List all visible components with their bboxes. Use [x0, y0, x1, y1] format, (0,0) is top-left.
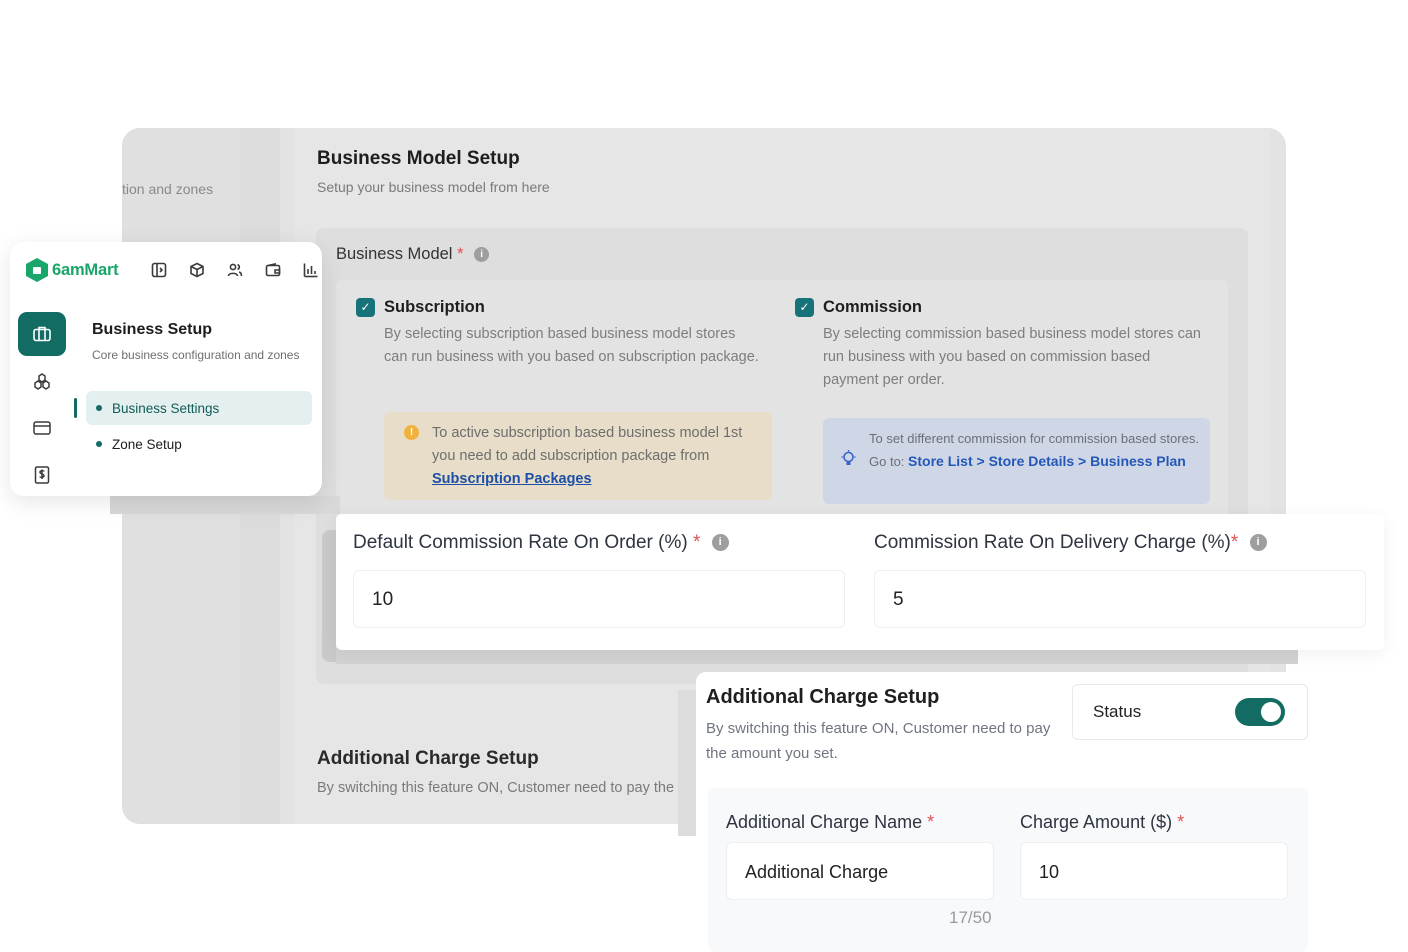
users-icon[interactable]	[216, 260, 254, 280]
subscription-warning: ! To active subscription based business …	[384, 412, 772, 500]
active-indicator	[74, 398, 77, 418]
sidebar-card: 6amMart Business Setup Core business con…	[10, 242, 322, 496]
required-mark: *	[457, 245, 464, 263]
character-counter: 17/50	[949, 908, 992, 927]
commission-checkbox[interactable]: ✓	[795, 298, 814, 317]
status-label: Status	[1093, 702, 1142, 721]
lightbulb-icon	[841, 450, 856, 471]
logo-text: 6amMart	[52, 260, 119, 279]
default-commission-label: Default Commission Rate On Order (%) * i	[353, 532, 729, 554]
logo[interactable]: 6amMart	[26, 258, 119, 282]
required-mark: *	[1177, 812, 1185, 832]
charge-amount-input[interactable]: 10	[1020, 842, 1288, 900]
info-icon[interactable]: i	[711, 534, 729, 552]
card-icon[interactable]	[30, 416, 54, 440]
subscription-description: By selecting subscription based business…	[384, 326, 759, 365]
subscription-option[interactable]: ✓ Subscription By selecting subscription…	[356, 298, 762, 369]
business-model-label: Business Model * i	[336, 245, 490, 264]
invoice-icon[interactable]	[30, 463, 54, 487]
sidebar-toggle-icon[interactable]	[140, 260, 178, 280]
shadow-strip	[336, 648, 1298, 664]
sidebar-item-label: Business Settings	[112, 400, 220, 416]
warning-text: To active subscription based business mo…	[432, 425, 743, 464]
warning-icon: !	[404, 425, 419, 440]
required-mark: *	[927, 812, 935, 832]
status-toggle[interactable]	[1235, 698, 1285, 726]
additional-charge-title: Additional Charge Setup	[706, 686, 940, 708]
chart-icon[interactable]	[292, 260, 330, 280]
sidebar-item-zone-setup[interactable]: Zone Setup	[86, 427, 312, 461]
bg-additional-charge-title: Additional Charge Setup	[317, 748, 539, 769]
required-mark: *	[693, 532, 701, 553]
default-commission-input[interactable]: 10	[353, 570, 845, 628]
charge-name-input[interactable]: Additional Charge	[726, 842, 994, 900]
modules-icon[interactable]	[30, 370, 54, 394]
commission-description: By selecting commission based business m…	[823, 326, 1201, 388]
box-icon[interactable]	[178, 260, 216, 280]
commission-title: Commission	[823, 298, 923, 316]
toggle-knob	[1261, 702, 1281, 722]
sidebar-item-label: Zone Setup	[112, 436, 182, 452]
sidebar-title: Business Setup	[92, 321, 213, 338]
bullet-dot	[96, 405, 102, 411]
charge-fields-panel: Additional Charge Name * Additional Char…	[708, 788, 1308, 952]
sidebar-item-business-settings[interactable]: Business Settings	[86, 391, 312, 425]
commission-option[interactable]: ✓ Commission By selecting commission bas…	[795, 298, 1201, 392]
briefcase-icon[interactable]	[18, 312, 66, 356]
bullet-dot	[96, 441, 102, 447]
top-icon-bar	[140, 260, 330, 280]
additional-charge-card: Additional Charge Setup By switching thi…	[696, 672, 1308, 952]
status-box: Status	[1072, 684, 1308, 740]
charge-name-label: Additional Charge Name *	[726, 812, 935, 832]
info-icon[interactable]: i	[1249, 534, 1267, 552]
shadow-strip	[322, 530, 336, 662]
charge-amount-label: Charge Amount ($) *	[1020, 812, 1185, 832]
logo-icon	[26, 258, 48, 282]
info-icon[interactable]: i	[474, 247, 490, 263]
commission-info: To set different commission for commissi…	[823, 418, 1210, 504]
required-mark: *	[1230, 532, 1239, 553]
business-model-title: Business Model Setup	[317, 148, 520, 169]
additional-charge-description: By switching this feature ON, Customer n…	[706, 720, 1051, 762]
sidebar-subtitle: Core business configuration and zones	[92, 348, 300, 362]
wallet-icon[interactable]	[254, 260, 292, 280]
shadow-strip	[110, 496, 340, 514]
commission-rate-card: Default Commission Rate On Order (%) * i…	[336, 514, 1384, 650]
store-details-link[interactable]: Store List > Store Details > Business Pl…	[908, 453, 1186, 469]
bg-additional-charge-subtitle: By switching this feature ON, Customer n…	[317, 780, 675, 796]
bg-left-text: tion and zones	[122, 181, 214, 197]
subscription-packages-link[interactable]: Subscription Packages	[432, 471, 592, 487]
subscription-title: Subscription	[384, 298, 485, 316]
card-edge	[678, 690, 696, 836]
subscription-checkbox[interactable]: ✓	[356, 298, 375, 317]
delivery-commission-input[interactable]: 5	[874, 570, 1366, 628]
business-model-subtitle: Setup your business model from here	[317, 179, 550, 195]
delivery-commission-label: Commission Rate On Delivery Charge (%)* …	[874, 532, 1267, 554]
